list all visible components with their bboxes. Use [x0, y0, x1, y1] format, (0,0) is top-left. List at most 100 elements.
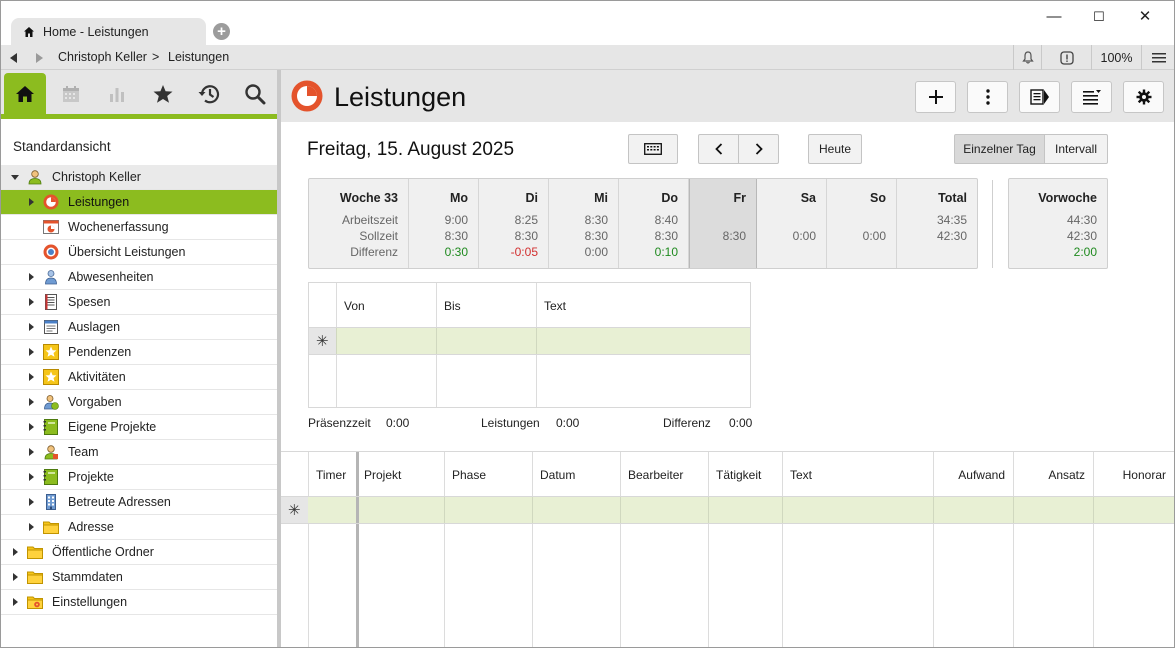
new-attendance-row[interactable]: ✳ [309, 327, 750, 355]
minimize-button[interactable]: — [1039, 9, 1069, 25]
date-picker-button[interactable] [628, 134, 678, 164]
history-tool-button[interactable] [188, 74, 230, 114]
alert-icon [1059, 50, 1074, 65]
column-header-text[interactable]: Text [790, 468, 812, 482]
search-icon [245, 84, 266, 105]
praesenzzeit-label: Präsenzzeit [308, 416, 371, 430]
sidebar-item-eigene-projekte[interactable]: Eigene Projekte [1, 415, 277, 440]
single-day-toggle[interactable]: Einzelner Tag [954, 134, 1045, 164]
column-header-tätigkeit[interactable]: Tätigkeit [716, 468, 761, 482]
view-heading: Standardansicht [13, 139, 111, 154]
expand-arrow-icon[interactable] [29, 198, 34, 206]
column-header-bis[interactable]: Bis [444, 299, 461, 313]
sort-filter-button[interactable] [1071, 81, 1112, 113]
expand-arrow-icon[interactable] [29, 373, 34, 381]
week-day-do[interactable]: Do 8:40 8:30 0:10 [619, 179, 689, 268]
browser-tab[interactable]: Home - Leistungen [11, 18, 206, 45]
menu-button[interactable] [1141, 45, 1174, 70]
sidebar-item-vorgaben[interactable]: Vorgaben [1, 390, 277, 415]
sidebar-item-auslagen[interactable]: Auslagen [1, 315, 277, 340]
search-tool-button[interactable] [234, 74, 276, 114]
column-header-projekt[interactable]: Projekt [364, 468, 401, 482]
sidebar-item-stammdaten[interactable]: Stammdaten [1, 565, 277, 590]
expand-arrow-icon[interactable] [13, 573, 18, 581]
sidebar-item-christoph-keller[interactable]: Christoph Keller [1, 165, 277, 190]
collapse-arrow-icon[interactable] [11, 175, 19, 180]
sidebar-item-adresse[interactable]: Adresse [1, 515, 277, 540]
column-header-aufwand[interactable]: Aufwand [958, 468, 1005, 482]
sidebar-item-projekte[interactable]: Projekte [1, 465, 277, 490]
week-day-fr[interactable]: Fr 8:30 [689, 179, 757, 268]
sidebar-item-label: Wochenerfassung [68, 220, 169, 234]
week-day-mi[interactable]: Mi 8:30 8:30 0:00 [549, 179, 619, 268]
day-sollzeit: 8:30 [584, 229, 608, 243]
new-entry-row[interactable]: ✳ [281, 496, 1174, 524]
expand-arrow-icon[interactable] [29, 273, 34, 281]
column-header-datum[interactable]: Datum [540, 468, 575, 482]
sidebar-item-abwesenheiten[interactable]: Abwesenheiten [1, 265, 277, 290]
zoom-level[interactable]: 100% [1091, 45, 1141, 70]
sidebar-item-betreute-adressen[interactable]: Betreute Adressen [1, 490, 277, 515]
expand-arrow-icon[interactable] [29, 323, 34, 331]
sidebar-item-leistungen[interactable]: Leistungen [1, 190, 277, 215]
sidebar-item-einstellungen[interactable]: Einstellungen [1, 590, 277, 615]
back-icon[interactable] [10, 53, 17, 63]
settings-button[interactable] [1123, 81, 1164, 113]
expand-arrow-icon[interactable] [29, 448, 34, 456]
day-sollzeit: 8:30 [654, 229, 678, 243]
expand-arrow-icon[interactable] [29, 398, 34, 406]
expand-arrow-icon[interactable] [29, 348, 34, 356]
statistics-tool-button[interactable] [96, 74, 138, 114]
sidebar-item-spesen[interactable]: Spesen [1, 290, 277, 315]
alert-button[interactable] [1041, 45, 1091, 70]
forward-icon[interactable] [36, 53, 43, 63]
app-window: Home - Leistungen + — ☐ ✕ Christoph Kell… [0, 0, 1175, 648]
expand-arrow-icon[interactable] [29, 523, 34, 531]
sidebar-item-übersicht-leistungen[interactable]: Übersicht Leistungen [1, 240, 277, 265]
leistungen-logo-icon [291, 80, 323, 112]
column-header-phase[interactable]: Phase [452, 468, 486, 482]
column-header-von[interactable]: Von [344, 299, 365, 313]
day-differenz: 0:30 [444, 245, 468, 259]
column-header-ansatz[interactable]: Ansatz [1048, 468, 1085, 482]
week-summary: Woche 33 Arbeitszeit Sollzeit Differenz Mo 9:… [308, 178, 978, 269]
favorites-tool-button[interactable] [142, 74, 184, 114]
new-tab-button[interactable]: + [213, 23, 230, 40]
calendar-tool-button[interactable] [50, 74, 92, 114]
home-tool-button[interactable] [4, 73, 46, 114]
sidebar-item-wochenerfassung[interactable]: Wochenerfassung [1, 215, 277, 240]
column-header-bearbeiter[interactable]: Bearbeiter [628, 468, 683, 482]
week-day-total[interactable]: Total 34:35 42:30 [897, 179, 977, 268]
week-day-mo[interactable]: Mo 9:00 8:30 0:30 [409, 179, 479, 268]
more-button[interactable] [967, 81, 1008, 113]
column-header-text[interactable]: Text [544, 299, 566, 313]
breadcrumb-user[interactable]: Christoph Keller [58, 50, 147, 64]
week-day-so[interactable]: So 0:00 [827, 179, 897, 268]
column-header-honorar[interactable]: Honorar [1123, 468, 1166, 482]
breadcrumb-current[interactable]: Leistungen [168, 50, 229, 64]
sidebar-item-öffentliche-ordner[interactable]: Öffentliche Ordner [1, 540, 277, 565]
next-day-button[interactable] [738, 134, 779, 164]
expand-arrow-icon[interactable] [13, 548, 18, 556]
panel-toggle-button[interactable] [1019, 81, 1060, 113]
expand-arrow-icon[interactable] [29, 473, 34, 481]
expand-arrow-icon[interactable] [29, 498, 34, 506]
expand-arrow-icon[interactable] [13, 598, 18, 606]
column-header-timer[interactable]: Timer [316, 468, 346, 482]
maximize-button[interactable]: ☐ [1084, 9, 1114, 25]
expand-arrow-icon[interactable] [29, 423, 34, 431]
week-day-di[interactable]: Di 8:25 8:30 -0:05 [479, 179, 549, 268]
previous-day-button[interactable] [698, 134, 739, 164]
week-day-sa[interactable]: Sa 0:00 [757, 179, 827, 268]
sidebar-item-aktivitäten[interactable]: Aktivitäten [1, 365, 277, 390]
today-button[interactable]: Heute [808, 134, 862, 164]
notification-button[interactable] [1013, 45, 1041, 70]
close-button[interactable]: ✕ [1130, 9, 1160, 25]
sidebar-item-team[interactable]: Team [1, 440, 277, 465]
add-button[interactable] [915, 81, 956, 113]
grid-line [536, 328, 537, 354]
interval-toggle[interactable]: Intervall [1044, 134, 1108, 164]
sidebar-item-label: Aktivitäten [68, 370, 126, 384]
expand-arrow-icon[interactable] [29, 298, 34, 306]
sidebar-item-pendenzen[interactable]: Pendenzen [1, 340, 277, 365]
